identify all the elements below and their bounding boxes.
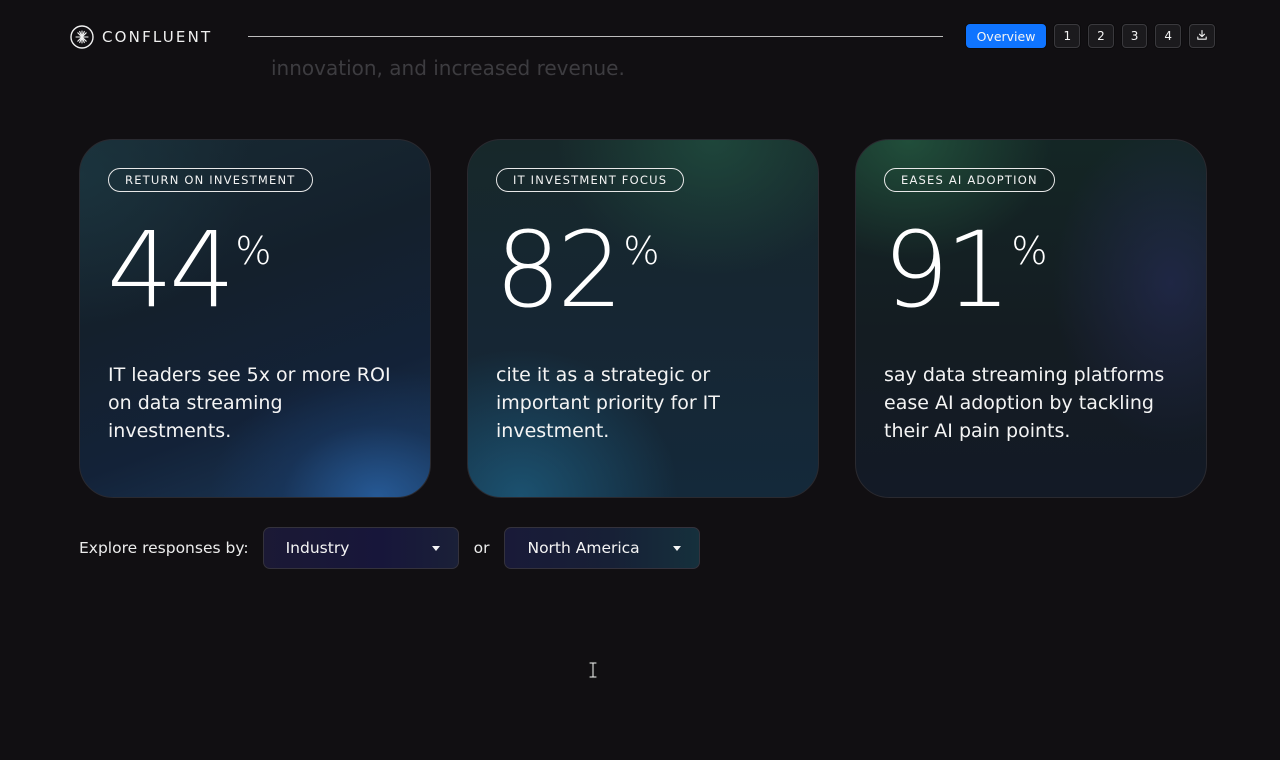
page: CONFLUENT Overview 1 2 3 4 innovation, a…	[0, 0, 1280, 760]
stat-cards: RETURN ON INVESTMENT 44 % IT leaders see…	[79, 139, 1207, 498]
header-divider	[248, 36, 943, 37]
stat-value: 44	[107, 209, 235, 331]
card-description: cite it as a strategic or important prio…	[496, 364, 720, 442]
region-select-value: North America	[527, 539, 640, 557]
card-stat: 91 %	[883, 210, 1047, 330]
card-tag: EASES AI ADOPTION	[884, 168, 1055, 192]
region-select[interactable]: North America	[504, 527, 701, 569]
card-description: say data streaming platforms ease AI ado…	[884, 364, 1165, 442]
stat-unit: %	[623, 229, 660, 273]
card-tag: IT INVESTMENT FOCUS	[496, 168, 685, 192]
download-button[interactable]	[1189, 24, 1215, 48]
header: CONFLUENT Overview 1 2 3 4	[70, 22, 1215, 52]
explore-row: Explore responses by: Industry or North …	[79, 527, 701, 569]
caret-down-icon	[431, 546, 440, 551]
stat-card-it-investment: IT INVESTMENT FOCUS 82 % cite it as a st…	[467, 139, 819, 498]
text-cursor-icon	[588, 661, 598, 679]
confluent-logo-icon	[70, 25, 94, 49]
card-description: IT leaders see 5x or more ROI on data st…	[108, 364, 391, 442]
brand[interactable]: CONFLUENT	[70, 24, 212, 50]
card-stat: 82 %	[495, 210, 659, 330]
caret-down-icon	[673, 546, 682, 551]
stat-card-ai-adoption: EASES AI ADOPTION 91 % say data streamin…	[855, 139, 1207, 498]
stat-value: 82	[495, 209, 623, 331]
explore-label: Explore responses by:	[79, 539, 249, 557]
page-nav: Overview 1 2 3 4	[965, 24, 1215, 48]
nav-page-1-button[interactable]: 1	[1054, 24, 1081, 48]
brand-name: CONFLUENT	[102, 28, 213, 46]
intro-text-faded: innovation, and increased revenue.	[271, 56, 625, 80]
industry-select-value: Industry	[285, 539, 350, 557]
stat-value: 91	[883, 209, 1011, 331]
industry-select[interactable]: Industry	[262, 527, 459, 569]
stat-unit: %	[1011, 229, 1048, 273]
explore-or-text: or	[473, 539, 490, 557]
nav-page-3-button[interactable]: 3	[1121, 24, 1148, 48]
nav-page-4-button[interactable]: 4	[1155, 24, 1181, 48]
stat-unit: %	[235, 229, 272, 273]
nav-overview-button[interactable]: Overview	[965, 24, 1047, 48]
download-icon	[1196, 29, 1208, 44]
nav-page-2-button[interactable]: 2	[1088, 24, 1114, 48]
card-tag: RETURN ON INVESTMENT	[108, 168, 313, 192]
stat-card-roi: RETURN ON INVESTMENT 44 % IT leaders see…	[79, 139, 431, 498]
card-stat: 44 %	[107, 210, 271, 330]
